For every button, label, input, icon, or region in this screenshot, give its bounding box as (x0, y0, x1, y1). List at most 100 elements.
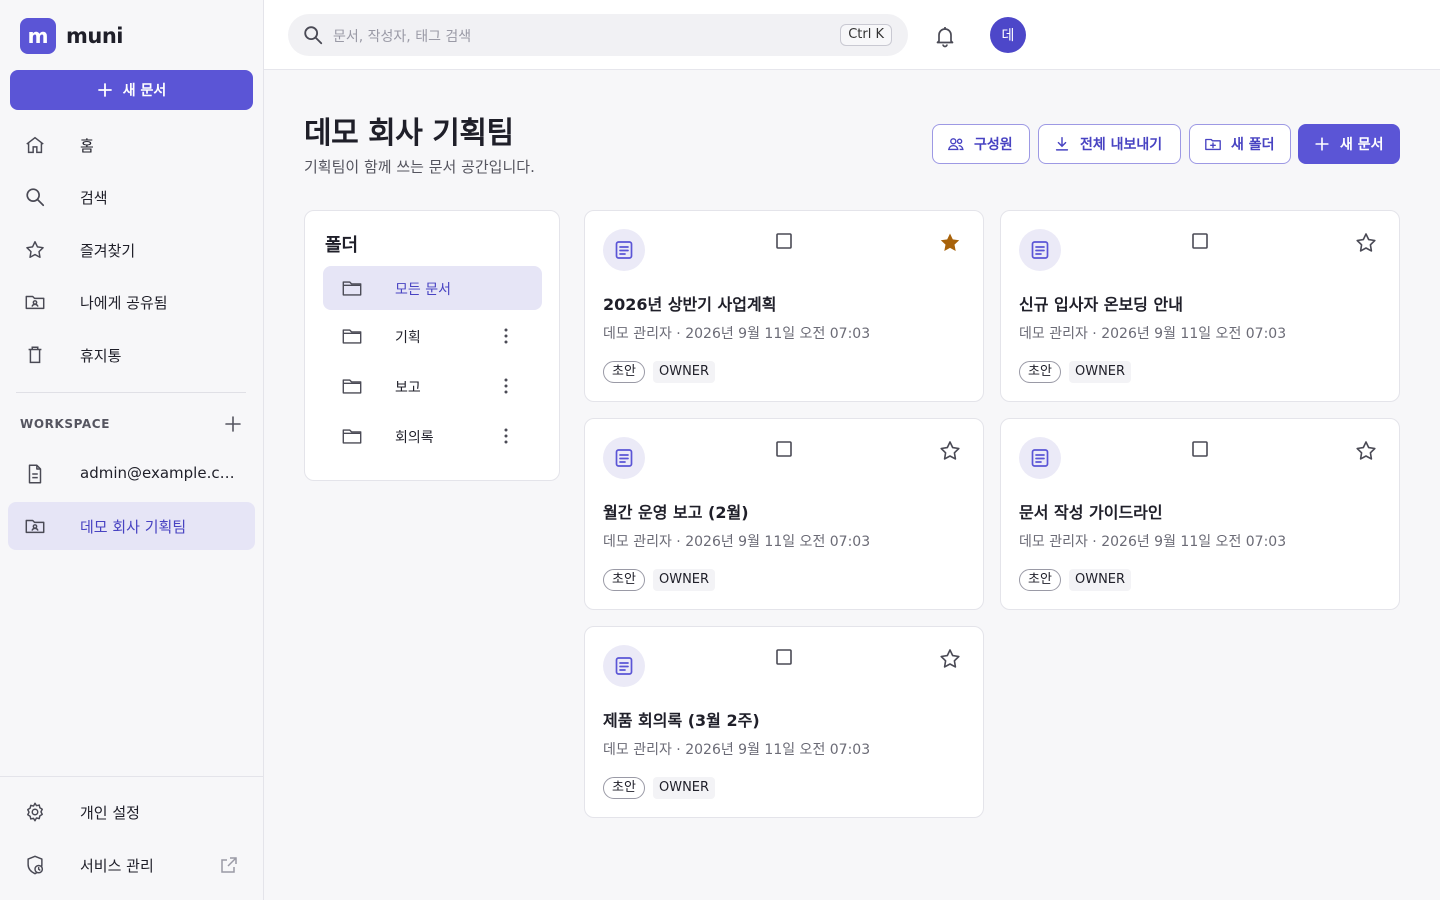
document-meta: 데모 관리자 · 2026년 9월 11일 오전 07:03 (603, 742, 871, 758)
document-title[interactable]: 신규 입사자 온보딩 안내 (1019, 291, 1183, 315)
select-checkbox[interactable] (1191, 232, 1209, 250)
status-badge: 초안 (603, 569, 645, 591)
select-checkbox[interactable] (1191, 440, 1209, 458)
search-bar[interactable]: 문서, 작성자, 태그 검색 Ctrl K (288, 14, 908, 56)
folder-icon (342, 281, 362, 296)
document-title[interactable]: 문서 작성 가이드라인 (1019, 499, 1163, 523)
select-checkbox[interactable] (775, 648, 793, 666)
document-meta: 데모 관리자 · 2026년 9월 11일 오전 07:03 (603, 534, 871, 550)
search-shortcut-badge: Ctrl K (840, 24, 892, 46)
avatar[interactable]: 데 (990, 17, 1026, 53)
folder-plus-icon (1205, 138, 1221, 151)
home-icon (26, 136, 44, 154)
new-document-button[interactable]: 새 문서 (1298, 124, 1400, 164)
folder-item-planning[interactable]: 기획 (323, 314, 542, 358)
document-meta: 데모 관리자 · 2026년 9월 11일 오전 07:03 (1019, 326, 1287, 342)
trash-icon (28, 346, 42, 364)
shared-folder-icon (25, 295, 45, 310)
document-title[interactable]: 제품 회의록 (3월 2주) (603, 707, 760, 731)
sidebar-item-label: 나에게 공유됨 (80, 294, 168, 312)
sidebar-item-label: 데모 회사 기획팀 (80, 518, 187, 536)
search-icon (26, 188, 45, 207)
star-icon[interactable] (938, 647, 962, 671)
more-vertical-icon[interactable] (495, 325, 517, 347)
sidebar: m muni 새 문서 홈 검색 즐겨찾기 나에게 공유됨 휴지통 WORKSP… (0, 0, 264, 900)
plus-icon (97, 83, 112, 97)
document-title[interactable]: 2026년 상반기 사업계획 (603, 291, 776, 315)
brand-name: muni (66, 24, 123, 48)
search-input[interactable]: 문서, 작성자, 태그 검색 (333, 26, 471, 46)
add-workspace-icon[interactable] (223, 414, 243, 434)
select-checkbox[interactable] (775, 440, 793, 458)
sidebar-new-document-label: 새 문서 (122, 83, 167, 99)
download-icon (1055, 136, 1069, 151)
sidebar-item-label: 홈 (80, 137, 94, 155)
document-icon (603, 645, 645, 687)
select-checkbox[interactable] (775, 232, 793, 250)
document-card[interactable]: 신규 입사자 온보딩 안내 데모 관리자 · 2026년 9월 11일 오전 0… (1000, 210, 1400, 402)
folder-item-reports[interactable]: 보고 (323, 364, 542, 408)
document-card[interactable]: 월간 운영 보고 (2월) 데모 관리자 · 2026년 9월 11일 오전 0… (584, 418, 984, 610)
folder-item-label: 회의록 (395, 430, 434, 446)
star-icon (26, 241, 44, 258)
sidebar-divider (16, 392, 246, 393)
star-icon[interactable] (1354, 231, 1378, 255)
new-folder-button[interactable]: 새 폴더 (1189, 124, 1291, 164)
star-icon[interactable] (938, 231, 962, 255)
star-icon[interactable] (1354, 439, 1378, 463)
document-meta: 데모 관리자 · 2026년 9월 11일 오전 07:03 (1019, 534, 1287, 550)
document-icon (603, 437, 645, 479)
new-document-button-label: 새 문서 (1340, 137, 1384, 153)
folder-panel-title: 폴더 (325, 235, 359, 256)
role-badge: OWNER (653, 777, 716, 799)
sidebar-item-favorites[interactable]: 즐겨찾기 (8, 226, 255, 274)
role-badge: OWNER (1069, 569, 1132, 591)
sidebar-item-label: 즐겨찾기 (80, 242, 136, 260)
folder-item-label: 모든 문서 (395, 282, 451, 298)
sidebar-new-document-button[interactable]: 새 문서 (10, 70, 253, 110)
sidebar-item-workspace-personal[interactable]: admin@example.com (8, 450, 255, 498)
folder-item-all[interactable]: 모든 문서 (323, 266, 542, 310)
topbar: 문서, 작성자, 태그 검색 Ctrl K 데 (264, 0, 1440, 70)
shared-folder-icon (25, 519, 45, 534)
folder-icon (342, 329, 362, 344)
external-link-icon[interactable] (219, 855, 239, 875)
search-icon (304, 26, 323, 45)
sidebar-item-search[interactable]: 검색 (8, 173, 255, 221)
plus-icon (1315, 137, 1329, 151)
bell-icon[interactable] (933, 24, 957, 48)
sidebar-item-label: 서비스 관리 (80, 857, 154, 875)
star-icon[interactable] (938, 439, 962, 463)
gear-icon (27, 802, 43, 822)
new-folder-button-label: 새 폴더 (1231, 137, 1275, 153)
sidebar-item-label: 개인 설정 (80, 804, 140, 822)
brand-logo: m (20, 18, 56, 54)
document-icon (1019, 437, 1061, 479)
role-badge: OWNER (653, 361, 716, 383)
workspace-section-label: WORKSPACE (20, 417, 111, 431)
sidebar-item-label: 검색 (80, 189, 108, 207)
sidebar-item-workspace-team[interactable]: 데모 회사 기획팀 (8, 502, 255, 550)
folder-item-minutes[interactable]: 회의록 (323, 414, 542, 458)
document-card[interactable]: 제품 회의록 (3월 2주) 데모 관리자 · 2026년 9월 11일 오전 … (584, 626, 984, 818)
document-title[interactable]: 월간 운영 보고 (2월) (603, 499, 749, 523)
role-badge: OWNER (653, 569, 716, 591)
document-card[interactable]: 2026년 상반기 사업계획 데모 관리자 · 2026년 9월 11일 오전 … (584, 210, 984, 402)
status-badge: 초안 (1019, 361, 1061, 383)
sidebar-item-trash[interactable]: 휴지통 (8, 331, 255, 379)
export-all-button[interactable]: 전체 내보내기 (1038, 124, 1181, 164)
document-icon (28, 464, 42, 484)
folder-item-label: 기획 (395, 330, 421, 346)
more-vertical-icon[interactable] (495, 375, 517, 397)
members-button[interactable]: 구성원 (932, 124, 1030, 164)
members-icon (947, 138, 964, 151)
document-card[interactable]: 문서 작성 가이드라인 데모 관리자 · 2026년 9월 11일 오전 07:… (1000, 418, 1400, 610)
more-vertical-icon[interactable] (495, 425, 517, 447)
brand[interactable]: m muni (20, 18, 123, 54)
sidebar-item-personal-settings[interactable]: 개인 설정 (8, 788, 255, 836)
folder-panel: 폴더 모든 문서 기획 보고 회의록 (304, 210, 560, 481)
status-badge: 초안 (1019, 569, 1061, 591)
sidebar-item-home[interactable]: 홈 (8, 121, 255, 169)
sidebar-item-service-admin[interactable]: 서비스 관리 (8, 841, 255, 889)
sidebar-item-shared-with-me[interactable]: 나에게 공유됨 (8, 278, 255, 326)
